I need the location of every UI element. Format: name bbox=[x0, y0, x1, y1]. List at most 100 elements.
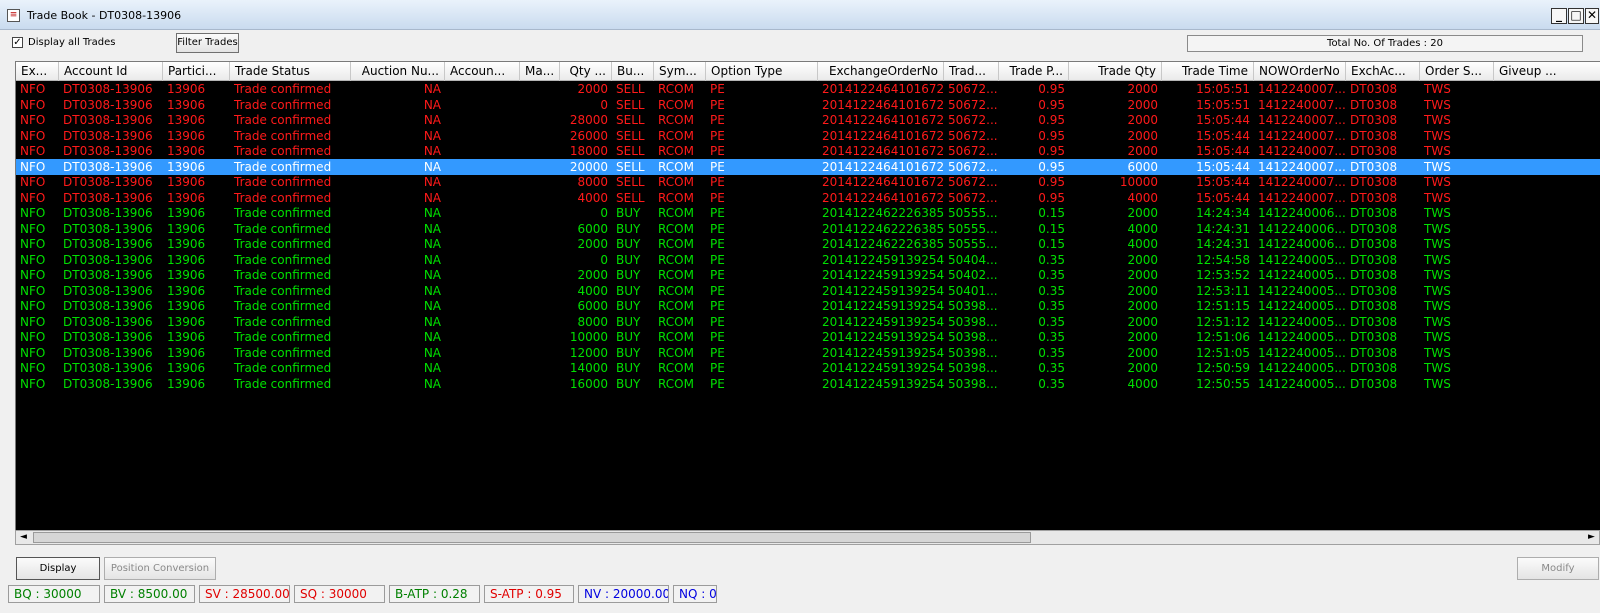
column-header-exchac[interactable]: ExchAc... bbox=[1346, 62, 1420, 81]
table-row[interactable]: NFO DT0308-13906 13906 Trade confirmed NA 400… bbox=[16, 190, 1600, 206]
cell-trad: 50672... bbox=[948, 190, 998, 205]
column-header-symbol[interactable]: Sym... bbox=[654, 62, 706, 81]
table-row[interactable]: NFO DT0308-13906 13906 Trade confirmed NA 0 BU… bbox=[16, 252, 1600, 268]
table-row[interactable]: NFO DT0308-13906 13906 Trade confirmed NA 800… bbox=[16, 174, 1600, 190]
cell-account: DT0308-13906 bbox=[63, 97, 153, 112]
app-icon: ≡ bbox=[7, 9, 20, 22]
column-header-opttype[interactable]: Option Type bbox=[706, 62, 818, 81]
cell-account: DT0308-13906 bbox=[63, 376, 153, 391]
column-header-ma[interactable]: Ma... bbox=[520, 62, 560, 81]
column-header-orders[interactable]: Order S... bbox=[1420, 62, 1494, 81]
cell-giveup bbox=[1494, 252, 1600, 268]
table-row[interactable]: NFO DT0308-13906 13906 Trade confirmed NA 200… bbox=[16, 267, 1600, 283]
cell-opttype: PE bbox=[710, 190, 725, 205]
table-row[interactable]: NFO DT0308-13906 13906 Trade confirmed NA 200… bbox=[16, 158, 1600, 175]
close-button[interactable]: ✕ bbox=[1585, 8, 1599, 24]
cell-ex: NFO bbox=[20, 345, 46, 360]
table-row[interactable]: NFO DT0308-13906 13906 Trade confirmed NA 200… bbox=[16, 236, 1600, 252]
status-field: NV : 20000.00 bbox=[578, 585, 669, 603]
cell-ttime: 15:05:44 bbox=[1196, 128, 1250, 143]
column-header-account[interactable]: Account Id bbox=[59, 62, 163, 81]
column-header-partici[interactable]: Partici... bbox=[163, 62, 230, 81]
cell-ma bbox=[520, 252, 560, 268]
cell-price: 0.95 bbox=[1038, 97, 1065, 112]
minimize-button[interactable]: _ bbox=[1551, 8, 1567, 24]
table-row[interactable]: NFO DT0308-13906 13906 Trade confirmed NA 100… bbox=[16, 329, 1600, 345]
table-row[interactable]: NFO DT0308-13906 13906 Trade confirmed NA 800… bbox=[16, 314, 1600, 330]
cell-exchorder: 2014122464101672 bbox=[822, 113, 944, 127]
table-row[interactable]: NFO DT0308-13906 13906 Trade confirmed NA 140… bbox=[16, 360, 1600, 376]
cell-noworder: 1412240006... bbox=[1258, 221, 1346, 236]
display-all-trades-checkbox[interactable]: ✓ bbox=[12, 37, 23, 48]
table-row[interactable]: NFO DT0308-13906 13906 Trade confirmed NA 600… bbox=[16, 298, 1600, 314]
cell-trad: 50398... bbox=[948, 314, 998, 329]
cell-trad: 50555... bbox=[948, 221, 998, 236]
cell-trad: 50401... bbox=[948, 283, 998, 298]
cell-tqty: 2000 bbox=[1127, 144, 1158, 158]
scroll-right-icon[interactable]: ► bbox=[1584, 531, 1599, 544]
table-row[interactable]: NFO DT0308-13906 13906 Trade confirmed NA 200… bbox=[16, 81, 1600, 97]
cell-giveup bbox=[1494, 298, 1600, 314]
restore-button[interactable]: □ bbox=[1568, 8, 1584, 24]
cell-auction: NA bbox=[423, 144, 441, 158]
cell-partici: 13906 bbox=[167, 283, 206, 298]
cell-qty: 8000 bbox=[577, 314, 608, 329]
column-header-qty[interactable]: Qty ... bbox=[560, 62, 612, 81]
cell-tqty: 2000 bbox=[1127, 314, 1158, 329]
table-row[interactable]: NFO DT0308-13906 13906 Trade confirmed NA 0 BU… bbox=[16, 205, 1600, 221]
display-all-trades-toggle[interactable]: ✓ Display all Trades bbox=[12, 37, 116, 48]
column-header-price[interactable]: Trade P... bbox=[999, 62, 1069, 81]
grid-header: Ex... Account Id Partici... Trade Status Auc… bbox=[16, 62, 1600, 81]
cell-side: SELL bbox=[616, 82, 645, 96]
cell-accoun bbox=[445, 314, 520, 330]
cell-orders: TWS bbox=[1424, 97, 1451, 112]
cell-price: 0.15 bbox=[1038, 221, 1065, 236]
cell-ttime: 15:05:44 bbox=[1196, 113, 1250, 127]
horizontal-scrollbar[interactable]: ◄ ► bbox=[15, 530, 1600, 545]
scroll-left-icon[interactable]: ◄ bbox=[16, 531, 31, 544]
table-row[interactable]: NFO DT0308-13906 13906 Trade confirmed NA 180… bbox=[16, 143, 1600, 159]
table-row[interactable]: NFO DT0308-13906 13906 Trade confirmed NA 160… bbox=[16, 376, 1600, 392]
scroll-thumb[interactable] bbox=[33, 532, 1031, 543]
column-header-accoun[interactable]: Accoun... bbox=[445, 62, 520, 81]
table-row[interactable]: NFO DT0308-13906 13906 Trade confirmed NA 120… bbox=[16, 345, 1600, 361]
cell-partici: 13906 bbox=[167, 330, 206, 344]
cell-side: BUY bbox=[616, 237, 641, 251]
cell-exchorder: 2014122464101672 bbox=[822, 175, 944, 189]
column-header-trad[interactable]: Trad... bbox=[944, 62, 999, 81]
cell-orders: TWS bbox=[1424, 376, 1451, 391]
table-row[interactable]: NFO DT0308-13906 13906 Trade confirmed NA 400… bbox=[16, 283, 1600, 299]
column-header-ex[interactable]: Ex... bbox=[16, 62, 59, 81]
cell-opttype: PE bbox=[710, 252, 725, 267]
table-row[interactable]: NFO DT0308-13906 13906 Trade confirmed NA 260… bbox=[16, 128, 1600, 144]
column-header-ttime[interactable]: Trade Time bbox=[1162, 62, 1254, 81]
cell-partici: 13906 bbox=[167, 144, 206, 158]
cell-qty: 14000 bbox=[569, 361, 608, 375]
cell-price: 0.95 bbox=[1038, 190, 1065, 205]
cell-account: DT0308-13906 bbox=[63, 144, 153, 158]
cell-qty: 0 bbox=[600, 252, 608, 267]
column-header-auction[interactable]: Auction Nu... bbox=[351, 62, 445, 81]
filter-trades-button[interactable]: Filter Trades bbox=[176, 33, 239, 53]
cell-exchac: DT0308 bbox=[1350, 175, 1398, 189]
table-row[interactable]: NFO DT0308-13906 13906 Trade confirmed NA 280… bbox=[16, 112, 1600, 128]
table-row[interactable]: NFO DT0308-13906 13906 Trade confirmed NA 0 SE… bbox=[16, 97, 1600, 113]
column-header-tqty[interactable]: Trade Qty bbox=[1069, 62, 1162, 81]
cell-accoun bbox=[445, 376, 520, 392]
cell-status: Trade confirmed bbox=[234, 82, 332, 96]
modify-button[interactable]: Modify bbox=[1517, 557, 1599, 580]
display-button[interactable]: Display bbox=[16, 557, 100, 580]
cell-partici: 13906 bbox=[167, 175, 206, 189]
column-header-giveup[interactable]: Giveup ... bbox=[1494, 62, 1600, 81]
column-header-exchorder[interactable]: ExchangeOrderNo bbox=[818, 62, 944, 81]
table-row[interactable]: NFO DT0308-13906 13906 Trade confirmed NA 600… bbox=[16, 221, 1600, 237]
cell-symbol: RCOM bbox=[658, 221, 694, 236]
position-conversion-button[interactable]: Position Conversion bbox=[104, 557, 216, 580]
trade-grid[interactable]: Ex... Account Id Partici... Trade Status Auc… bbox=[15, 61, 1600, 530]
cell-account: DT0308-13906 bbox=[63, 314, 153, 329]
column-header-noworder[interactable]: NOWOrderNo bbox=[1254, 62, 1346, 81]
column-header-side[interactable]: Bu... bbox=[612, 62, 654, 81]
column-header-status[interactable]: Trade Status bbox=[230, 62, 351, 81]
cell-symbol: RCOM bbox=[658, 330, 694, 344]
cell-orders: TWS bbox=[1424, 268, 1451, 282]
